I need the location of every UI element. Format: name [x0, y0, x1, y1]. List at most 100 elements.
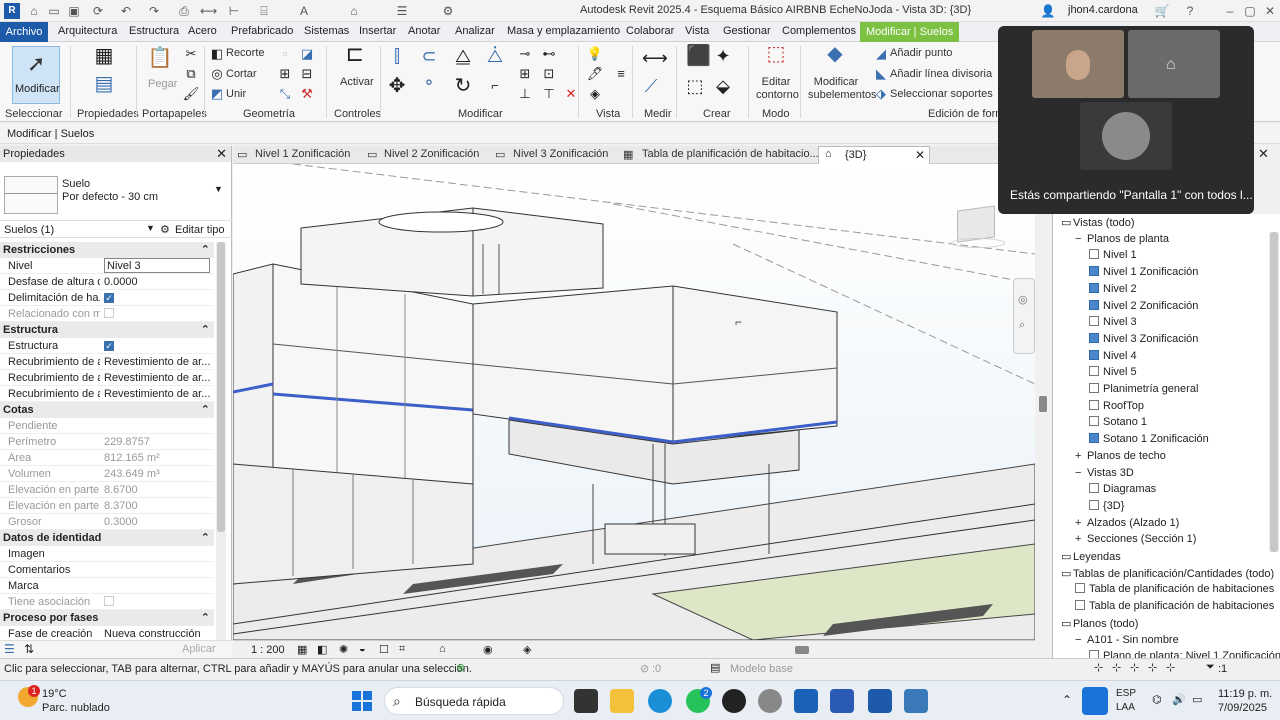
browser-item[interactable]: Nivel 2 Zonificación: [1089, 299, 1198, 312]
reveal-icon[interactable]: ◈: [523, 643, 531, 656]
weather-desc[interactable]: Parc. nublado: [42, 702, 110, 714]
collapse-icon[interactable]: −: [1075, 467, 1087, 479]
tray-chevron-icon[interactable]: ⌃: [1062, 693, 1072, 707]
text-icon[interactable]: A: [296, 3, 312, 19]
editing-requests-icon[interactable]: ⊘: [640, 662, 649, 675]
microphone-icon[interactable]: [1082, 687, 1108, 715]
browser-item[interactable]: Nivel 4: [1089, 349, 1137, 362]
browser-item[interactable]: + Planos de techo: [1075, 450, 1166, 462]
browser-item[interactable]: Sotano 1: [1089, 416, 1147, 428]
settings-app-icon[interactable]: [758, 689, 782, 713]
browser-item[interactable]: Nivel 1 Zonificación: [1089, 266, 1198, 278]
edit-type-button[interactable]: Editar tipo: [175, 224, 225, 236]
participant-video-tile-2[interactable]: [1080, 102, 1172, 170]
file-explorer-icon[interactable]: [610, 689, 634, 713]
tab-colaborar[interactable]: Colaborar: [626, 25, 674, 37]
section-fases[interactable]: Proceso por fases ⌃: [0, 610, 214, 626]
unir-button[interactable]: Unir: [226, 88, 246, 100]
create-group-icon[interactable]: ⬛: [686, 46, 711, 66]
section-restricciones[interactable]: Restricciones ⌃: [0, 242, 214, 258]
expand-icon[interactable]: +: [1075, 450, 1087, 462]
copy-element-icon[interactable]: ⚬: [420, 76, 438, 92]
cut-icon[interactable]: ✂: [182, 46, 200, 62]
tab-vista[interactable]: Vista: [685, 25, 709, 37]
mirror-axis-icon[interactable]: ⧋: [454, 47, 472, 65]
hide-icon[interactable]: ◈: [586, 86, 604, 102]
section-cotas[interactable]: Cotas ⌃: [0, 402, 214, 418]
close-browser-icon[interactable]: ✕: [1258, 146, 1280, 162]
view-tab-tabla[interactable]: Tabla de planificación de habitacio...: [642, 148, 819, 160]
select-pinned-icon[interactable]: ⊹: [1130, 661, 1139, 674]
task-view-icon[interactable]: [574, 689, 598, 713]
sync-icon[interactable]: ⟳: [90, 3, 106, 19]
browser-item[interactable]: Tabla de planificación de habitaciones: [1075, 583, 1274, 595]
help-icon[interactable]: ?: [1182, 3, 1198, 19]
tab-prefabricado[interactable]: Prefabricado: [231, 25, 293, 37]
brush-icon[interactable]: 🖊: [586, 66, 604, 82]
type-sub[interactable]: Por defecto - 30 cm: [62, 191, 158, 203]
add-split-line-icon[interactable]: ◣: [872, 66, 890, 82]
dimension-icon[interactable]: ⊢: [226, 3, 242, 19]
3d-view-icon[interactable]: ⌂: [346, 3, 362, 19]
browser-scrollbar[interactable]: [1269, 232, 1279, 552]
steering-wheel-icon[interactable]: ◎: [1018, 293, 1028, 306]
create-similar-icon[interactable]: ✦: [714, 47, 732, 65]
offset-icon[interactable]: ⊂: [420, 47, 438, 65]
close-properties-icon[interactable]: ✕: [216, 146, 227, 162]
section-identidad[interactable]: Datos de identidad ⌃: [0, 530, 214, 546]
tab-masa[interactable]: Masa y emplazamiento: [507, 25, 620, 37]
type-properties-icon[interactable]: ▦: [90, 46, 118, 72]
split-icon[interactable]: ⊸: [516, 46, 534, 62]
browser-item[interactable]: Sotano 1 Zonificación: [1089, 433, 1209, 445]
tab-insertar[interactable]: Insertar: [359, 25, 396, 37]
undo-icon[interactable]: ↶: [118, 3, 134, 19]
tab-modificar-suelos[interactable]: Modificar | Suelos: [860, 22, 960, 42]
scale-label[interactable]: 1 : 200: [251, 644, 285, 656]
browser-item[interactable]: {3D}: [1089, 499, 1124, 512]
edit-type-icon[interactable]: ⚙: [160, 223, 170, 236]
create-assembly-icon[interactable]: ⬙: [714, 77, 732, 95]
language-region[interactable]: LAA: [1116, 702, 1135, 713]
open-icon[interactable]: ▭: [46, 3, 62, 19]
unpin-icon[interactable]: ⊤: [540, 86, 558, 102]
cut-geometry-icon[interactable]: ◎: [208, 66, 226, 82]
create-parts-icon[interactable]: ⬚: [686, 77, 704, 95]
browser-item[interactable]: Diagramas: [1089, 483, 1156, 495]
paint-icon[interactable]: ◪: [298, 46, 316, 62]
modify-subelements-button[interactable]: Modificar subelementos: [808, 76, 877, 102]
calculator-icon[interactable]: [904, 689, 928, 713]
modify-button[interactable]: ➚ Modificar: [12, 46, 60, 104]
pick-supports-icon[interactable]: ⬗: [872, 86, 890, 102]
cart-icon[interactable]: 🛒: [1154, 3, 1170, 19]
join-icon[interactable]: ◩: [208, 86, 226, 102]
browser-item[interactable]: + Alzados (Alzado 1): [1075, 517, 1179, 529]
scale-icon[interactable]: ⊡: [540, 66, 558, 82]
language-code[interactable]: ESP: [1116, 688, 1136, 699]
measure-icon[interactable]: ⟷: [200, 3, 217, 19]
tab-acero[interactable]: Acero: [188, 25, 217, 37]
tag-icon[interactable]: ⌸: [256, 3, 272, 19]
sort-icon[interactable]: ⇅: [24, 642, 34, 656]
edge-icon[interactable]: [648, 689, 672, 713]
edit-boundary-button[interactable]: Editar contorno: [756, 76, 799, 102]
tab-estructura[interactable]: Estructura: [129, 25, 179, 37]
select-links-icon[interactable]: ⊹: [1094, 661, 1103, 674]
hammer-icon[interactable]: ⚒: [298, 86, 316, 102]
navigation-bar[interactable]: ◎ ⌕: [1013, 278, 1035, 354]
expand-icon[interactable]: +: [1075, 517, 1087, 529]
word-icon[interactable]: [830, 689, 854, 713]
delimitacion-checkbox[interactable]: ✓: [104, 293, 114, 303]
modify-subelements-icon[interactable]: ◆: [822, 44, 848, 72]
store-icon[interactable]: [794, 689, 818, 713]
tab-gestionar[interactable]: Gestionar: [723, 25, 771, 37]
tab-sistemas[interactable]: Sistemas: [304, 25, 349, 37]
crop-icon[interactable]: ⌗: [399, 643, 405, 656]
browser-item[interactable]: − Planos de planta: [1075, 233, 1169, 245]
render-icon[interactable]: ☐: [379, 643, 389, 656]
clock-time[interactable]: 11:19 p. m.: [1218, 688, 1272, 700]
activar-button[interactable]: Activar: [340, 76, 374, 88]
section-estructura[interactable]: Estructura ⌃: [0, 322, 214, 338]
select-underlay-icon[interactable]: ⊹: [1112, 661, 1121, 674]
recorte-button[interactable]: Recorte: [226, 47, 265, 59]
move-icon[interactable]: ✥: [388, 76, 406, 96]
